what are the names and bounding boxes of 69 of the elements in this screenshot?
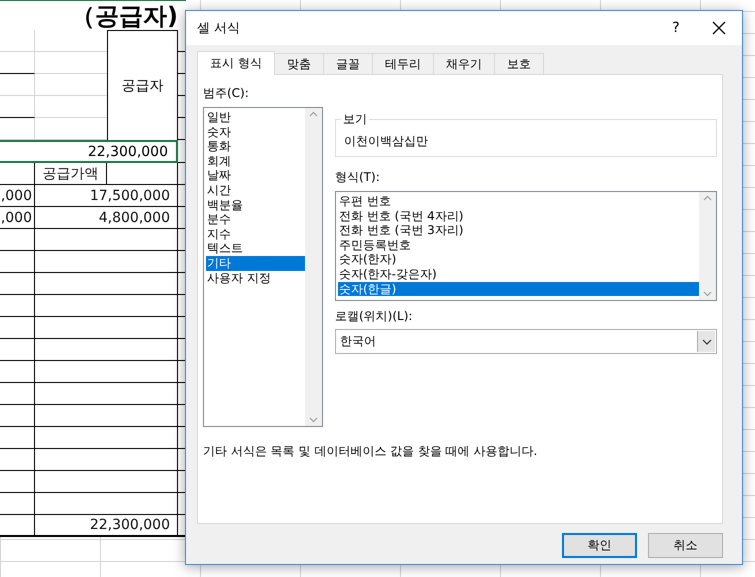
list-item[interactable]: 숫자(한자-갖은자): [338, 266, 699, 282]
sheet-title: （공급자): [0, 0, 186, 30]
table-cell: ,000: [0, 185, 35, 207]
table-cell: 22,300,000: [35, 515, 178, 537]
category-label: 범주(C):: [203, 85, 250, 102]
locale-label: 로캘(위치)(L):: [335, 308, 414, 325]
table-cell: [0, 163, 35, 185]
list-item[interactable]: 사용자 지정: [206, 270, 305, 286]
table-cell: [0, 251, 35, 273]
table-cell: 4,800,000: [35, 207, 178, 229]
table-cell: [0, 383, 35, 405]
list-item[interactable]: 텍스트: [206, 241, 305, 256]
table-cell: [0, 493, 35, 515]
list-item[interactable]: 분수: [206, 212, 305, 227]
list-item[interactable]: 숫자(한글): [338, 282, 699, 296]
list-item[interactable]: 숫자(한자): [338, 252, 699, 267]
table-cell: 공급자: [107, 30, 178, 140]
list-item[interactable]: 전화 번호 (국번 3자리): [338, 223, 699, 238]
table-cell: [0, 273, 35, 295]
list-item[interactable]: 기타: [206, 256, 305, 271]
chevron-down-icon: [702, 338, 712, 344]
table-cell: 공급가액: [35, 163, 107, 185]
table-cell: [0, 471, 35, 493]
table-cell: [0, 427, 35, 449]
list-item[interactable]: 일반: [206, 110, 305, 125]
table-cell: [0, 405, 35, 427]
table-cell: [0, 229, 35, 251]
table-cell: [0, 30, 35, 52]
table-cell: [0, 52, 35, 74]
category-list[interactable]: 일반 숫자 통화 회계 날짜 시간 백분율 분수 지수 텍스트 기타 사용자 지정: [203, 107, 323, 427]
description-text: 기타 서식은 목록 및 데이터베이스 값을 찾을 때에 사용합니다.: [203, 443, 538, 460]
table-cell: [0, 317, 35, 339]
scroll-down-icon[interactable]: [309, 417, 318, 423]
table-cell: ,000: [0, 207, 35, 229]
table-cell: [0, 361, 35, 383]
table-cell: [0, 515, 35, 537]
preview-label: 보기: [341, 111, 369, 128]
scroll-up-icon[interactable]: [309, 111, 318, 117]
cancel-button[interactable]: 취소: [648, 533, 723, 558]
list-item[interactable]: 지수: [206, 226, 305, 242]
table-cell: 22,300,000: [0, 140, 178, 163]
table-cell: [0, 118, 35, 140]
table-cell: [0, 449, 35, 471]
list-item[interactable]: 백분율: [206, 198, 305, 212]
list-item[interactable]: 전화 번호 (국번 4자리): [338, 208, 699, 224]
tab[interactable]: 표시 형식: [197, 51, 275, 75]
table-cell: [0, 295, 35, 317]
locale-select[interactable]: 한국어: [335, 329, 717, 354]
table-cell: 17,500,000: [35, 185, 178, 207]
close-icon: [712, 21, 726, 35]
table-cell: [0, 339, 35, 361]
scroll-up-icon[interactable]: [703, 195, 712, 201]
list-item[interactable]: 통화: [206, 139, 305, 154]
ok-button[interactable]: 확인: [562, 533, 637, 558]
help-button[interactable]: ?: [656, 13, 696, 43]
list-item[interactable]: 회계: [206, 154, 305, 168]
list-item[interactable]: 주민등록번호: [338, 238, 699, 252]
list-item[interactable]: 숫자: [206, 124, 305, 140]
table-cell: [0, 96, 35, 118]
scroll-down-icon[interactable]: [703, 291, 712, 297]
table-cell: [0, 74, 35, 96]
tab[interactable]: 보호: [494, 53, 544, 75]
list-item[interactable]: 우편 번호: [338, 194, 699, 209]
type-list[interactable]: 우편 번호 전화 번호 (국번 4자리) 전화 번호 (국번 3자리) 주민등록번호 숫자(한자) 숫자(한자-갖은자) 숫자(한글): [335, 191, 717, 301]
list-item[interactable]: 시간: [206, 182, 305, 198]
type-label: 형식(T):: [335, 169, 381, 186]
dialog-title: 셀 서식: [197, 20, 242, 37]
list-item[interactable]: 날짜: [206, 168, 305, 183]
preview-value: 이천이백삼십만: [344, 134, 428, 148]
